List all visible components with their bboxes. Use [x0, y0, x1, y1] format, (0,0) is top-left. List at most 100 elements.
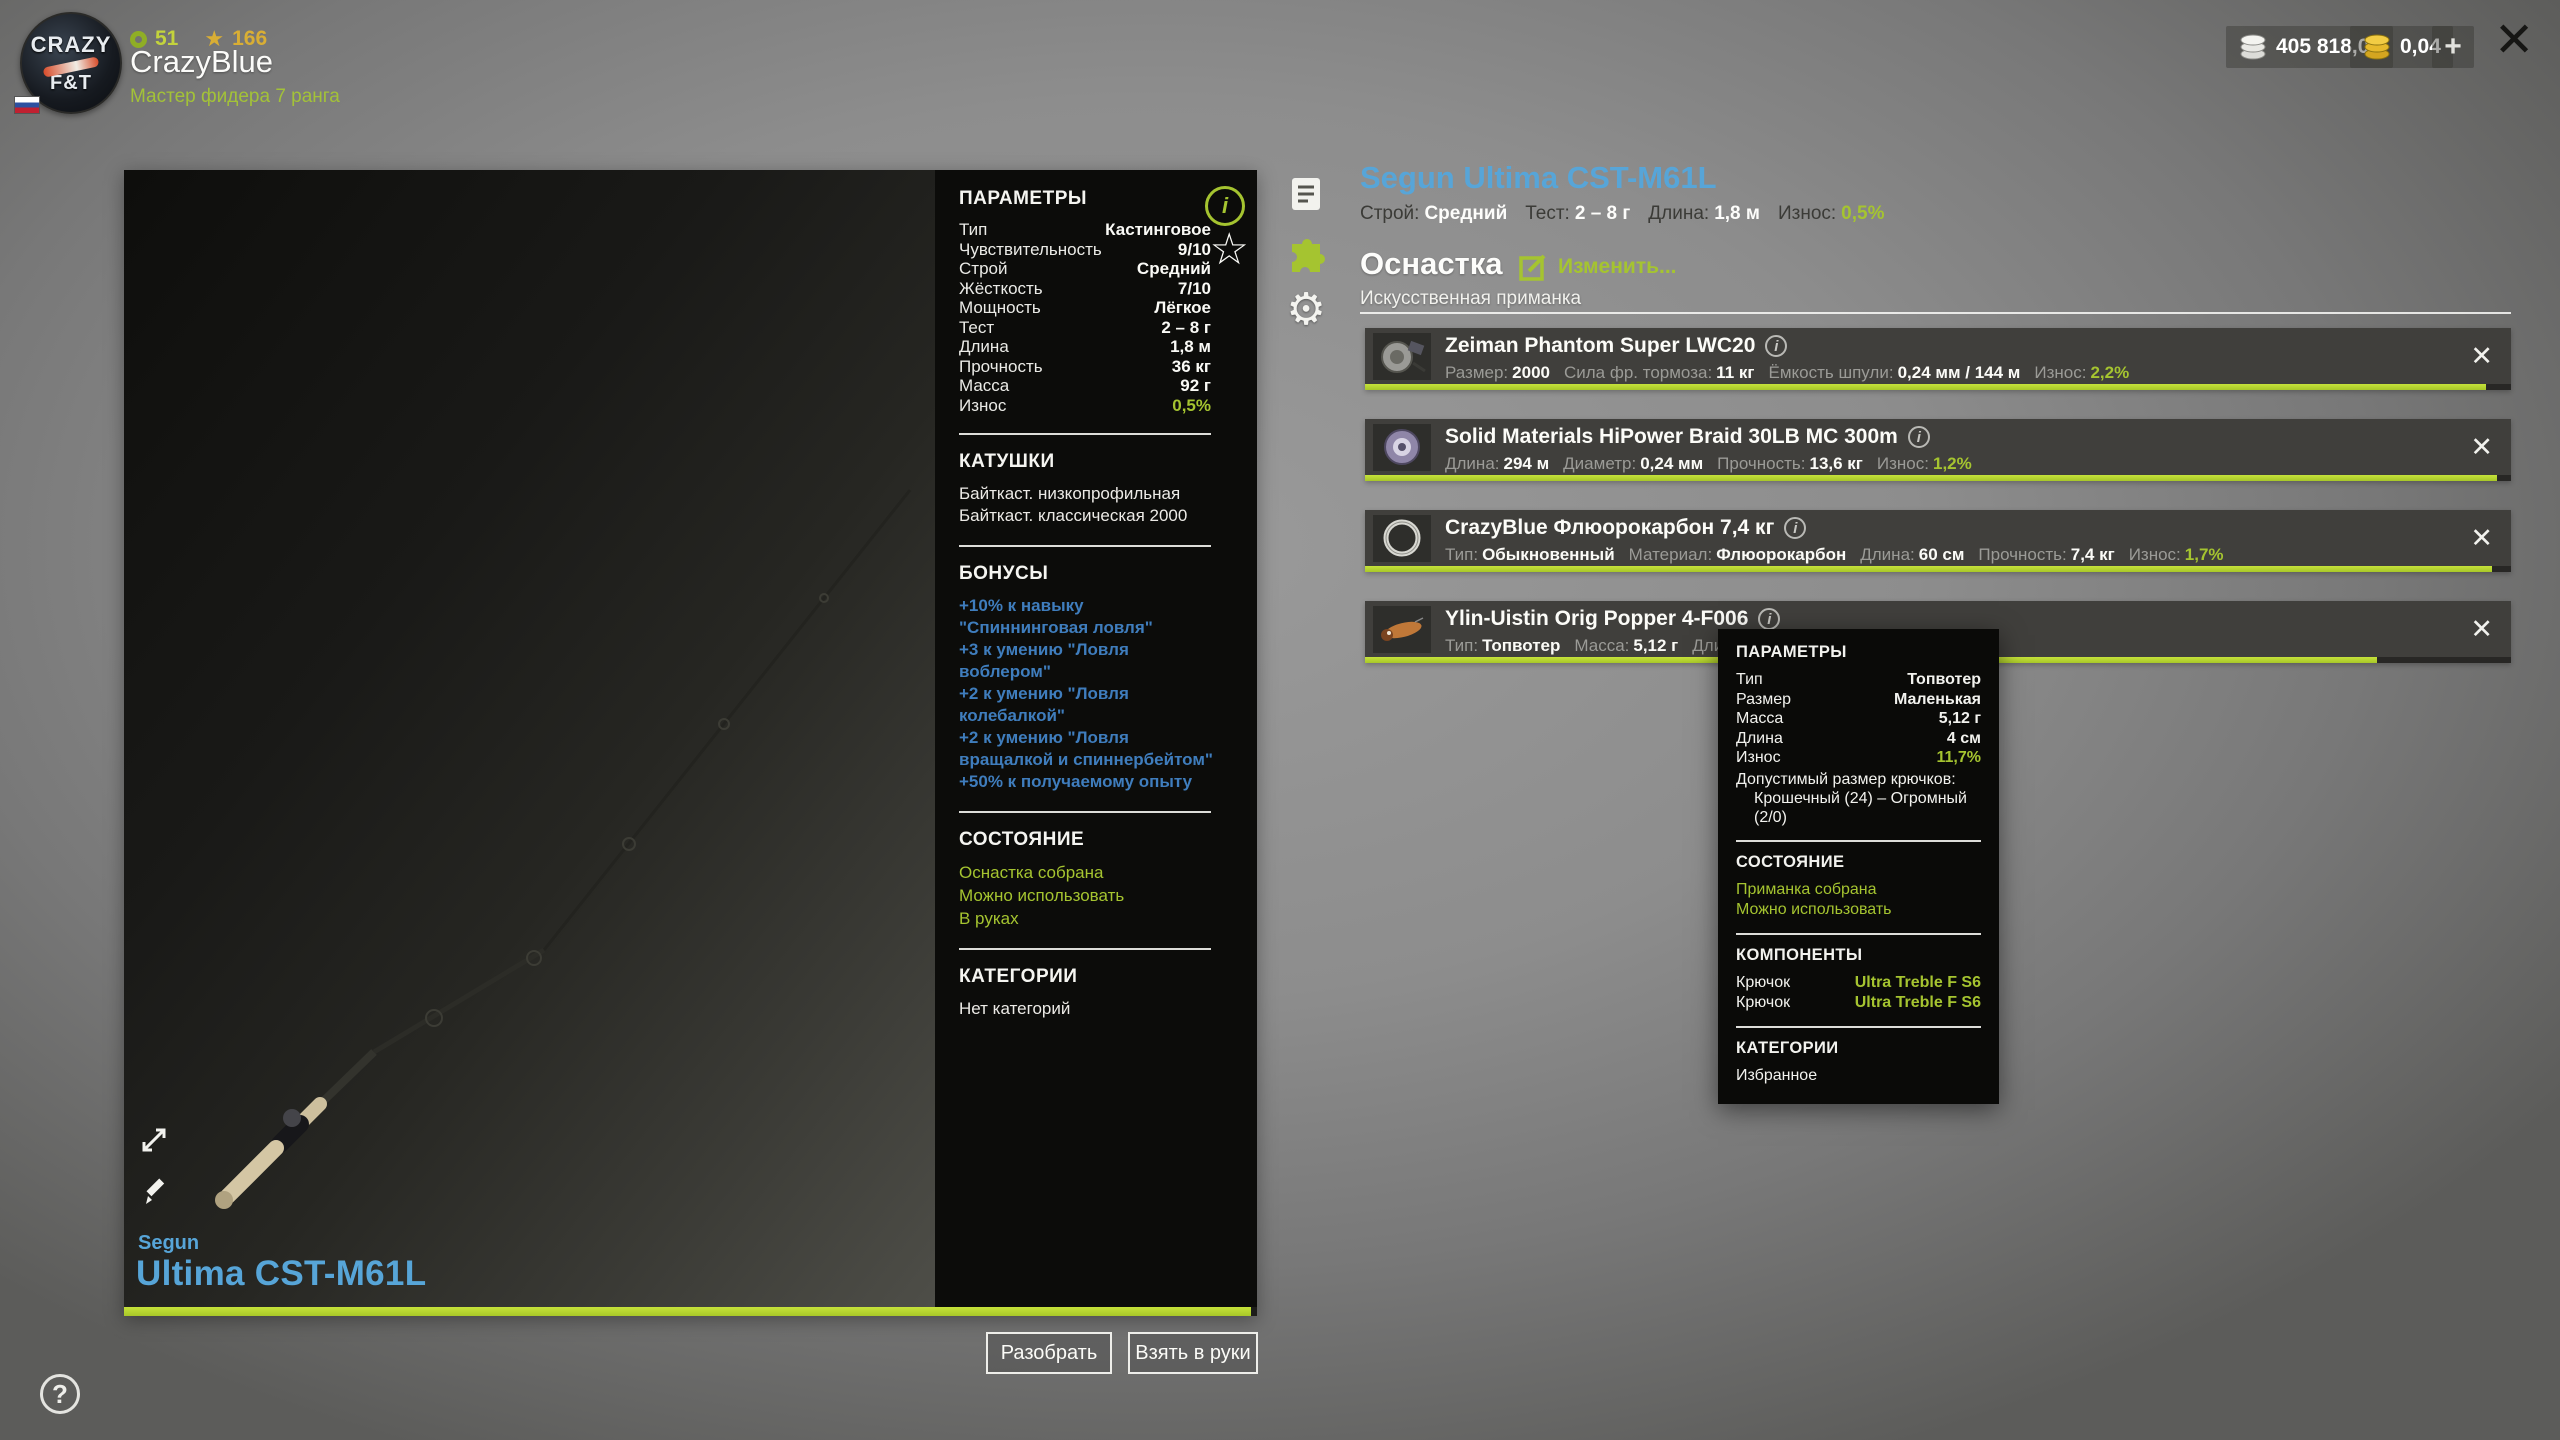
fishing-rod-art — [215, 489, 912, 1209]
side-tabs: ⚙ — [1284, 172, 1336, 346]
tooltip-state-title: СОСТОЯНИЕ — [1736, 852, 1845, 871]
item-info-icon[interactable]: i — [1784, 517, 1807, 539]
item-specs: Длина: 294 м Диаметр: 0,24 мм Прочность: 13… — [1445, 454, 1972, 473]
param-row: Длина 1,8 м — [959, 337, 1211, 356]
remove-item-icon[interactable]: ✕ — [2470, 525, 2493, 552]
param-row: Мощность Лёгкое — [959, 298, 1211, 317]
state-line: Можно использовать — [959, 886, 1125, 905]
lure-thumbnail — [1373, 606, 1431, 653]
setup-item-reel[interactable]: Zeiman Phantom Super LWC20 i Размер: 2000… — [1365, 328, 2511, 390]
game-screen: CRAZY F&T 51 ★ 166 CrazyBlue Мастер фиде… — [0, 0, 2560, 1440]
bonus-line: +2 к умению "Ловля колебалкой" — [959, 684, 1129, 725]
bonus-line: +3 к умению "Ловля воблером" — [959, 640, 1129, 681]
divider — [959, 545, 1211, 547]
edit-pencil-icon — [1519, 254, 1546, 281]
tooltip-param-row: Размер Маленькая — [1736, 690, 1981, 708]
tooltip-params-title: ПАРАМЕТРЫ — [1736, 643, 1847, 661]
setup-item-line[interactable]: Solid Materials HiPower Braid 30LB MC 30… — [1365, 419, 2511, 481]
remove-item-icon[interactable]: ✕ — [2470, 434, 2493, 461]
rod-card: Segun Ultima CST-M61L i ☆ ПАРАМЕТРЫ Тип К… — [124, 170, 1257, 1316]
divider — [1360, 312, 2511, 314]
player-name: CrazyBlue — [130, 44, 273, 79]
take-in-hands-button[interactable]: Взять в руки — [1128, 1332, 1258, 1374]
param-row: Жёсткость 7/10 — [959, 278, 1211, 298]
divider — [1736, 932, 1981, 935]
item-title: Solid Materials HiPower Braid 30LB MC 30… — [1445, 425, 1930, 449]
rename-pencil-icon[interactable] — [140, 1176, 170, 1211]
state-title: СОСТОЯНИЕ — [959, 829, 1085, 850]
avatar-text: CRAZY — [30, 31, 112, 57]
item-title: CrazyBlue Флюорокарбон 7,4 кг i — [1445, 516, 1807, 540]
silver-coins-icon — [2240, 34, 2266, 60]
param-row: Тип Кастинговое — [959, 220, 1211, 239]
lure-tooltip: ПАРАМЕТРЫ Тип Топвотер Размер Маленькая Ма… — [1718, 629, 1999, 1104]
note-icon — [1292, 178, 1320, 210]
gear-icon: ⚙ — [1286, 284, 1326, 335]
setup-item-leader[interactable]: CrazyBlue Флюорокарбон 7,4 кг i Тип: Обык… — [1365, 510, 2511, 572]
param-row: Масса 92 г — [959, 376, 1211, 395]
tooltip-param-row-wear: Износ 11,7% — [1736, 749, 1981, 766]
rod-model: Ultima CST-M61L — [136, 1254, 427, 1293]
item-info-icon[interactable]: i — [1758, 608, 1781, 630]
edit-setup-button[interactable]: Изменить... — [1518, 252, 1677, 282]
expand-icon[interactable] — [136, 1122, 172, 1163]
categories-title: КАТЕГОРИИ — [959, 966, 1078, 987]
tooltip-param-row: Длина 4 см — [1736, 729, 1981, 747]
item-title: Zeiman Phantom Super LWC20 i — [1445, 334, 1788, 358]
param-row: Строй Средний — [959, 259, 1211, 278]
tooltip-param-row: Тип Топвотер — [1736, 671, 1981, 688]
tooltip-hooks-range: Крошечный (24) – Огромный (2/0) — [1754, 789, 1967, 826]
params-title: ПАРАМЕТРЫ — [959, 188, 1087, 209]
bonus-line: +10% к навыку "Спиннинговая ловля" — [959, 596, 1153, 637]
tooltip-state-line: Приманка собрана — [1736, 880, 1877, 898]
help-button[interactable]: ? — [40, 1374, 80, 1414]
rod-brand: Segun — [138, 1232, 200, 1254]
rod-image: Segun Ultima CST-M61L — [124, 170, 935, 1307]
tooltip-categories-title: КАТЕГОРИИ — [1736, 1038, 1839, 1057]
rod-params-panel: i ☆ ПАРАМЕТРЫ Тип Кастинговое Чувствитель… — [935, 170, 1257, 1307]
item-title: Ylin-Uistin Orig Popper 4-F006 i — [1445, 607, 1781, 631]
reels-title: КАТУШКИ — [959, 451, 1055, 472]
item-info-icon[interactable]: i — [1907, 426, 1930, 448]
tooltip-category-line: Избранное — [1736, 1066, 1818, 1084]
reel-thumbnail — [1373, 333, 1431, 380]
info-icon[interactable]: i — [1205, 186, 1245, 226]
divider — [1736, 1025, 1981, 1028]
tooltip-state-line: Можно использовать — [1736, 900, 1892, 918]
category-line: Нет категорий — [959, 999, 1071, 1018]
state-line: В руках — [959, 909, 1019, 928]
leader-coil-thumbnail — [1373, 515, 1431, 562]
divider — [959, 811, 1211, 813]
remove-item-icon[interactable]: ✕ — [2470, 343, 2493, 370]
gold-coins-icon — [2364, 34, 2390, 60]
russia-flag-icon — [14, 96, 40, 114]
setup-subtitle: Искусственная приманка — [1360, 288, 1582, 309]
param-row-wear: Износ 0,5% — [959, 395, 1211, 415]
item-durability-bar — [1365, 566, 2511, 572]
reel-compatibility: Байткаст. классическая 2000 — [959, 506, 1188, 525]
tooltip-component-row: Крючок Ultra Treble F S6 — [1736, 993, 1981, 1011]
tab-settings[interactable]: ⚙ — [1284, 288, 1328, 332]
item-durability-bar — [1365, 384, 2511, 390]
param-row: Тест 2 – 8 г — [959, 317, 1211, 337]
divider — [959, 948, 1211, 950]
add-money-button[interactable]: + — [2432, 26, 2474, 68]
tab-description[interactable] — [1284, 172, 1328, 216]
braid-spool-thumbnail — [1373, 424, 1431, 471]
favorite-star-icon[interactable]: ☆ — [1210, 228, 1249, 272]
bonuses-title: БОНУСЫ — [959, 563, 1049, 584]
param-row: Прочность 36 кг — [959, 356, 1211, 376]
item-specs: Размер: 2000 Сила фр. тормоза: 11 кг Ёмкос… — [1445, 363, 2130, 382]
state-line: Оснастка собрана — [959, 863, 1104, 882]
item-info-icon[interactable]: i — [1765, 335, 1788, 357]
divider — [1736, 839, 1981, 842]
puzzle-icon — [1292, 238, 1325, 272]
remove-item-icon[interactable]: ✕ — [2470, 616, 2493, 643]
tooltip-component-row: Крючок Ultra Treble F S6 — [1736, 973, 1981, 991]
disassemble-button[interactable]: Разобрать — [986, 1332, 1112, 1374]
tab-setup-active[interactable] — [1284, 230, 1328, 274]
divider — [959, 433, 1211, 435]
player-rank: Мастер фидера 7 ранга — [130, 86, 340, 107]
close-icon[interactable]: ✕ — [2494, 16, 2534, 64]
bonus-line: +2 к умению "Ловля вращалкой и спиннербе… — [959, 728, 1213, 769]
